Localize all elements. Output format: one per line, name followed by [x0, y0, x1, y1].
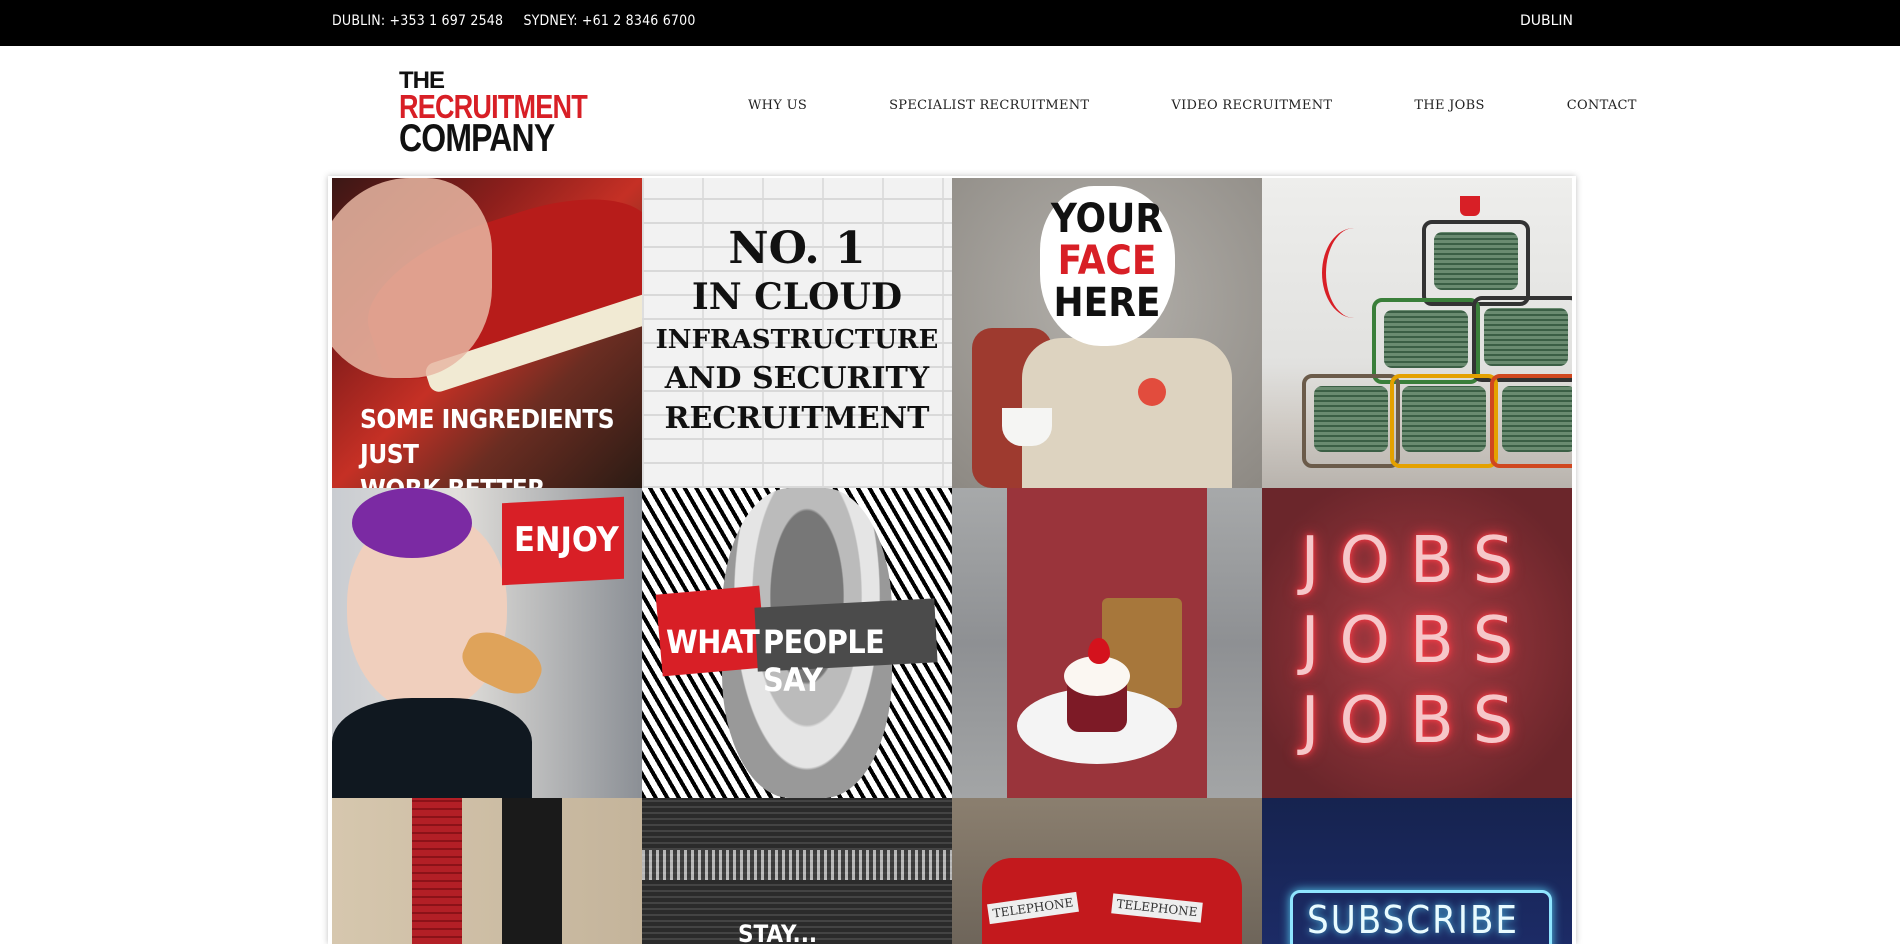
contact-phones: DUBLIN: +353 1 697 2548 SYDNEY: +61 2 83… — [332, 13, 712, 29]
tv-image — [1390, 374, 1498, 468]
nav-video-recruitment[interactable]: VIDEO RECRUITMENT — [1171, 98, 1332, 113]
sydney-phone[interactable]: SYDNEY: +61 2 8346 6700 — [523, 13, 695, 29]
tile-video-tvs[interactable] — [1262, 178, 1572, 488]
nav-specialist-recruitment[interactable]: SPECIALIST RECRUITMENT — [889, 98, 1089, 113]
blouse-image — [1022, 338, 1232, 488]
site-header: THE RECRUITMENT COMPANY WHY US SPECIALIS… — [0, 46, 1900, 178]
tv-image — [1472, 296, 1572, 382]
caption-recruitment: RECRUITMENT — [664, 401, 930, 436]
caption-enjoy: ENJOY — [514, 520, 619, 560]
caption-jobs: JOBS — [1300, 604, 1534, 678]
company-logo[interactable]: THE RECRUITMENT COMPANY — [399, 69, 588, 161]
tile-subscribe[interactable]: SUBSCRIBE — [1262, 798, 1572, 944]
nav-contact[interactable]: CONTACT — [1567, 98, 1637, 113]
tile-enjoy[interactable]: ENJOY — [332, 488, 642, 798]
tv-image — [1490, 374, 1572, 468]
tile-ingredients[interactable]: SOME INGREDIENTS JUST WORK BETTER TOGETH… — [332, 178, 642, 488]
top-contact-bar: DUBLIN: +353 1 697 2548 SYDNEY: +61 2 83… — [0, 0, 1900, 46]
caption-jobs: JOBS — [1300, 524, 1534, 598]
caption-and-security: AND SECURITY — [664, 361, 930, 396]
tv-image — [1302, 374, 1400, 468]
tv-image — [1422, 220, 1530, 306]
caption-stay: STAY... — [738, 920, 818, 944]
badge-image — [1138, 378, 1166, 406]
coat-image — [332, 698, 532, 798]
main-nav: WHY US SPECIALIST RECRUITMENT VIDEO RECR… — [748, 98, 1637, 113]
caption-people-say: PEOPLE SAY — [763, 623, 885, 699]
strawberry-image — [1088, 638, 1110, 664]
logo-line-company: COMPANY — [399, 117, 555, 161]
mug-image — [1460, 196, 1480, 216]
teacup-image — [1002, 408, 1052, 446]
tile-glitch[interactable]: STAY... — [642, 798, 952, 944]
caption-your: YOUR — [1050, 196, 1164, 242]
tile-caption: SOME INGREDIENTS JUST WORK BETTER TOGETH… — [360, 403, 642, 488]
tile-tartan-legs[interactable] — [332, 798, 642, 944]
tile-what-people-say[interactable]: WHAT PEOPLE SAY — [642, 488, 952, 798]
tile-telephone-box[interactable]: TELEPHONE TELEPHONE — [952, 798, 1262, 944]
glitch-band — [642, 850, 952, 880]
tv-image — [1372, 298, 1480, 384]
nav-why-us[interactable]: WHY US — [748, 98, 807, 113]
region-selector[interactable]: DUBLIN — [1520, 13, 1573, 29]
caption-line: WORK BETTER TOGETHER... — [360, 473, 642, 488]
caption-subscribe: SUBSCRIBE — [1307, 898, 1519, 942]
caption-line: SOME INGREDIENTS JUST — [360, 405, 615, 471]
caption-what: WHAT — [666, 623, 760, 661]
tile-jobs-neon[interactable]: JOBS JOBS JOBS — [1262, 488, 1572, 798]
caption-no1: NO. 1 — [728, 223, 866, 274]
caption-here: HERE — [1053, 280, 1161, 326]
tile-your-face-here[interactable]: YOUR FACE HERE — [952, 178, 1262, 488]
caption-jobs: JOBS — [1300, 684, 1534, 758]
caption-face: FACE — [1057, 238, 1157, 284]
nav-the-jobs[interactable]: THE JOBS — [1414, 98, 1484, 113]
purple-hair-image — [352, 488, 472, 558]
caption-in-cloud: IN CLOUD — [691, 276, 903, 318]
dublin-phone[interactable]: DUBLIN: +353 1 697 2548 — [332, 13, 503, 29]
tartan-leg-image — [412, 798, 462, 944]
tile-cloud-security[interactable]: NO. 1 IN CLOUD INFRASTRUCTURE AND SECURI… — [642, 178, 952, 488]
tile-cupcake[interactable] — [952, 488, 1262, 798]
black-leg-image — [502, 798, 562, 944]
hand-image — [332, 178, 492, 378]
caption-infrastructure: INFRASTRUCTURE — [655, 325, 939, 355]
image-tile-grid: SOME INGREDIENTS JUST WORK BETTER TOGETH… — [332, 178, 1576, 944]
